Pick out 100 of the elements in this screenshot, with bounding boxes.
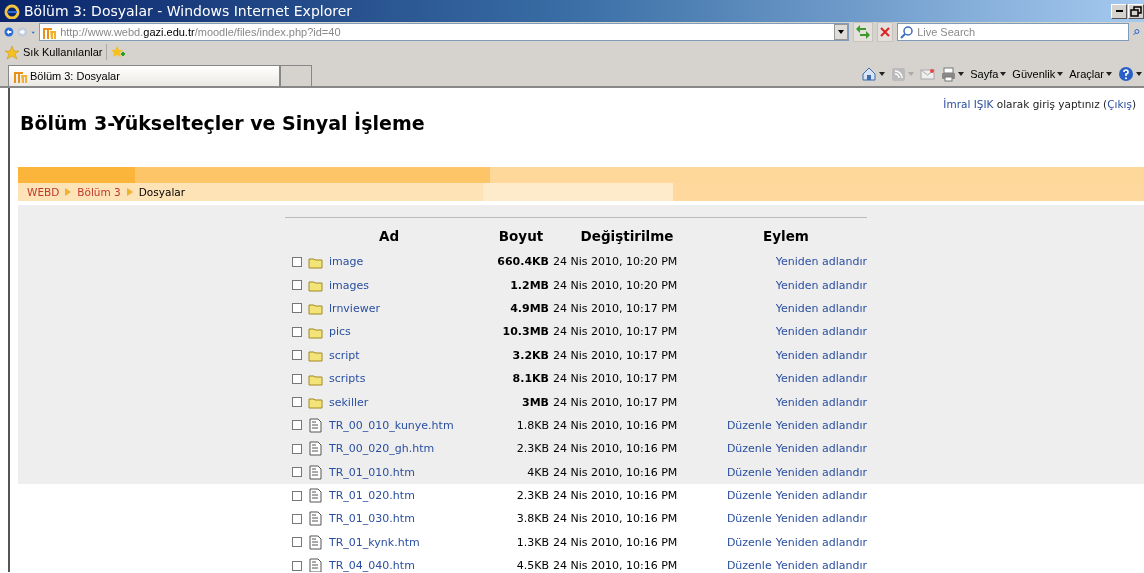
action-link[interactable]: Yeniden adlandır (775, 348, 867, 362)
address-field[interactable]: http://www.webd.gazi.edu.tr/moodle/files/index.php?id=40 (39, 23, 850, 41)
folder-icon (308, 395, 323, 410)
modified-date: 24 Nis 2010, 10:20 PM (553, 278, 678, 292)
dropdown-icon (837, 29, 846, 35)
checkbox[interactable] (292, 280, 302, 291)
breadcrumb-link[interactable]: WEBD (27, 186, 60, 198)
action-link[interactable]: Yeniden adlandır (775, 301, 867, 315)
modified-date: 24 Nis 2010, 10:17 PM (553, 325, 678, 339)
file-link[interactable]: TR_01_kynk.htm (329, 535, 420, 549)
modified-date: 24 Nis 2010, 10:16 PM (553, 512, 678, 526)
folder-link[interactable]: images (329, 278, 369, 292)
checkbox[interactable] (292, 537, 302, 548)
action-link[interactable]: Yeniden adlandır (775, 372, 867, 386)
help-icon (1118, 66, 1134, 82)
folder-link[interactable]: lrnviewer (329, 301, 380, 315)
action-link[interactable]: Yeniden adlandır (775, 325, 867, 339)
action-link[interactable]: Yeniden adlandır (775, 442, 867, 456)
stop-icon (878, 25, 893, 39)
folder-link[interactable]: sekiller (329, 395, 369, 409)
checkbox[interactable] (292, 350, 302, 361)
help-button[interactable] (1118, 66, 1142, 82)
document-icon (308, 417, 323, 433)
search-field[interactable]: Live Search (897, 23, 1130, 41)
new-tab-button[interactable] (280, 65, 312, 86)
mail-icon (920, 66, 936, 82)
action-link[interactable]: Yeniden adlandır (775, 395, 867, 409)
file-size: 3MB (522, 395, 549, 409)
action-link[interactable]: Düzenle (726, 489, 772, 503)
checkbox[interactable] (292, 326, 302, 337)
action-link[interactable]: Düzenle (726, 465, 772, 479)
file-link[interactable]: TR_00_010_kunye.htm (329, 418, 454, 432)
action-link[interactable]: Yeniden adlandır (775, 535, 867, 549)
file-size: 660.4KB (497, 255, 549, 269)
folder-icon (308, 278, 323, 293)
restore-icon (1129, 4, 1143, 18)
home-button[interactable] (861, 66, 886, 82)
print-button[interactable] (941, 66, 965, 82)
file-link[interactable]: TR_00_020_gh.htm (329, 442, 435, 456)
add-favorite-button[interactable] (109, 45, 126, 59)
file-size: 2.3KB (516, 489, 549, 503)
action-link[interactable]: Düzenle (726, 535, 772, 549)
checkbox[interactable] (292, 560, 302, 571)
star-icon (4, 44, 20, 60)
file-link[interactable]: TR_04_040.htm (329, 559, 415, 572)
modified-date: 24 Nis 2010, 10:16 PM (553, 418, 678, 432)
file-link[interactable]: TR_01_010.htm (329, 465, 415, 479)
browser-logo-icon (4, 3, 20, 19)
checkbox[interactable] (292, 397, 302, 408)
action-link[interactable]: Yeniden adlandır (775, 512, 867, 526)
checkbox[interactable] (292, 443, 302, 454)
checkbox[interactable] (292, 467, 302, 478)
action-link[interactable]: Düzenle (726, 512, 772, 526)
folder-link[interactable]: scripts (329, 372, 366, 386)
file-size: 4KB (527, 465, 549, 479)
favorites-button[interactable]: Sık Kullanılanlar (4, 44, 103, 60)
checkbox[interactable] (292, 514, 302, 524)
folder-link[interactable]: pics (329, 325, 351, 339)
file-link[interactable]: TR_01_030.htm (329, 512, 415, 526)
document-icon (308, 511, 323, 527)
menu-button[interactable]: Araçlar (1069, 68, 1112, 80)
folder-link[interactable]: script (329, 348, 360, 362)
refresh-button[interactable] (853, 22, 874, 42)
mail-button[interactable] (920, 66, 936, 82)
column-header: Boyut (497, 228, 545, 246)
minimize-button[interactable] (1111, 3, 1127, 19)
column-header: Değiştirilme (579, 228, 675, 246)
checkbox[interactable] (292, 490, 302, 501)
separator-icon (126, 188, 133, 196)
checkbox[interactable] (292, 256, 302, 267)
action-link[interactable]: Yeniden adlandır (775, 465, 867, 479)
home-icon (861, 66, 878, 82)
menu-button[interactable]: Güvenlik (1012, 68, 1064, 80)
action-link[interactable]: Yeniden adlandır (775, 489, 867, 503)
action-link[interactable]: Yeniden adlandır (775, 418, 867, 432)
checkbox[interactable] (292, 303, 302, 314)
modified-date: 24 Nis 2010, 10:16 PM (553, 489, 678, 503)
modified-date: 24 Nis 2010, 10:16 PM (553, 535, 678, 549)
breadcrumb-link[interactable]: Bölüm 3 (77, 186, 121, 198)
action-link[interactable]: Yeniden adlandır (775, 278, 867, 292)
browser-tab[interactable]: Bölüm 3: Dosyalar (8, 65, 280, 86)
checkbox[interactable] (292, 420, 302, 431)
modified-date: 24 Nis 2010, 10:20 PM (553, 255, 678, 269)
restore-button[interactable] (1128, 3, 1144, 19)
action-link[interactable]: Yeniden adlandır (775, 559, 867, 572)
action-link[interactable]: Düzenle (726, 442, 772, 456)
user-link[interactable]: İmral IŞIK (943, 98, 994, 110)
action-link[interactable]: Yeniden adlandır (775, 255, 867, 269)
checkbox[interactable] (292, 373, 302, 384)
file-size: 4.5KB (516, 559, 549, 572)
stop-button[interactable] (877, 22, 894, 42)
url-text: http://www.webd.gazi.edu.tr/moodle/files/index.php?id=40 (60, 26, 341, 38)
folder-link[interactable]: image (329, 255, 364, 269)
action-link[interactable]: Düzenle (726, 418, 772, 432)
file-size: 4.9MB (510, 301, 549, 315)
modified-date: 24 Nis 2010, 10:16 PM (553, 465, 678, 479)
action-link[interactable]: Düzenle (726, 559, 772, 572)
file-link[interactable]: TR_01_020.htm (329, 489, 415, 503)
menu-button[interactable]: Sayfa (970, 68, 1007, 80)
logout-link[interactable]: Çıkış (1107, 98, 1132, 110)
